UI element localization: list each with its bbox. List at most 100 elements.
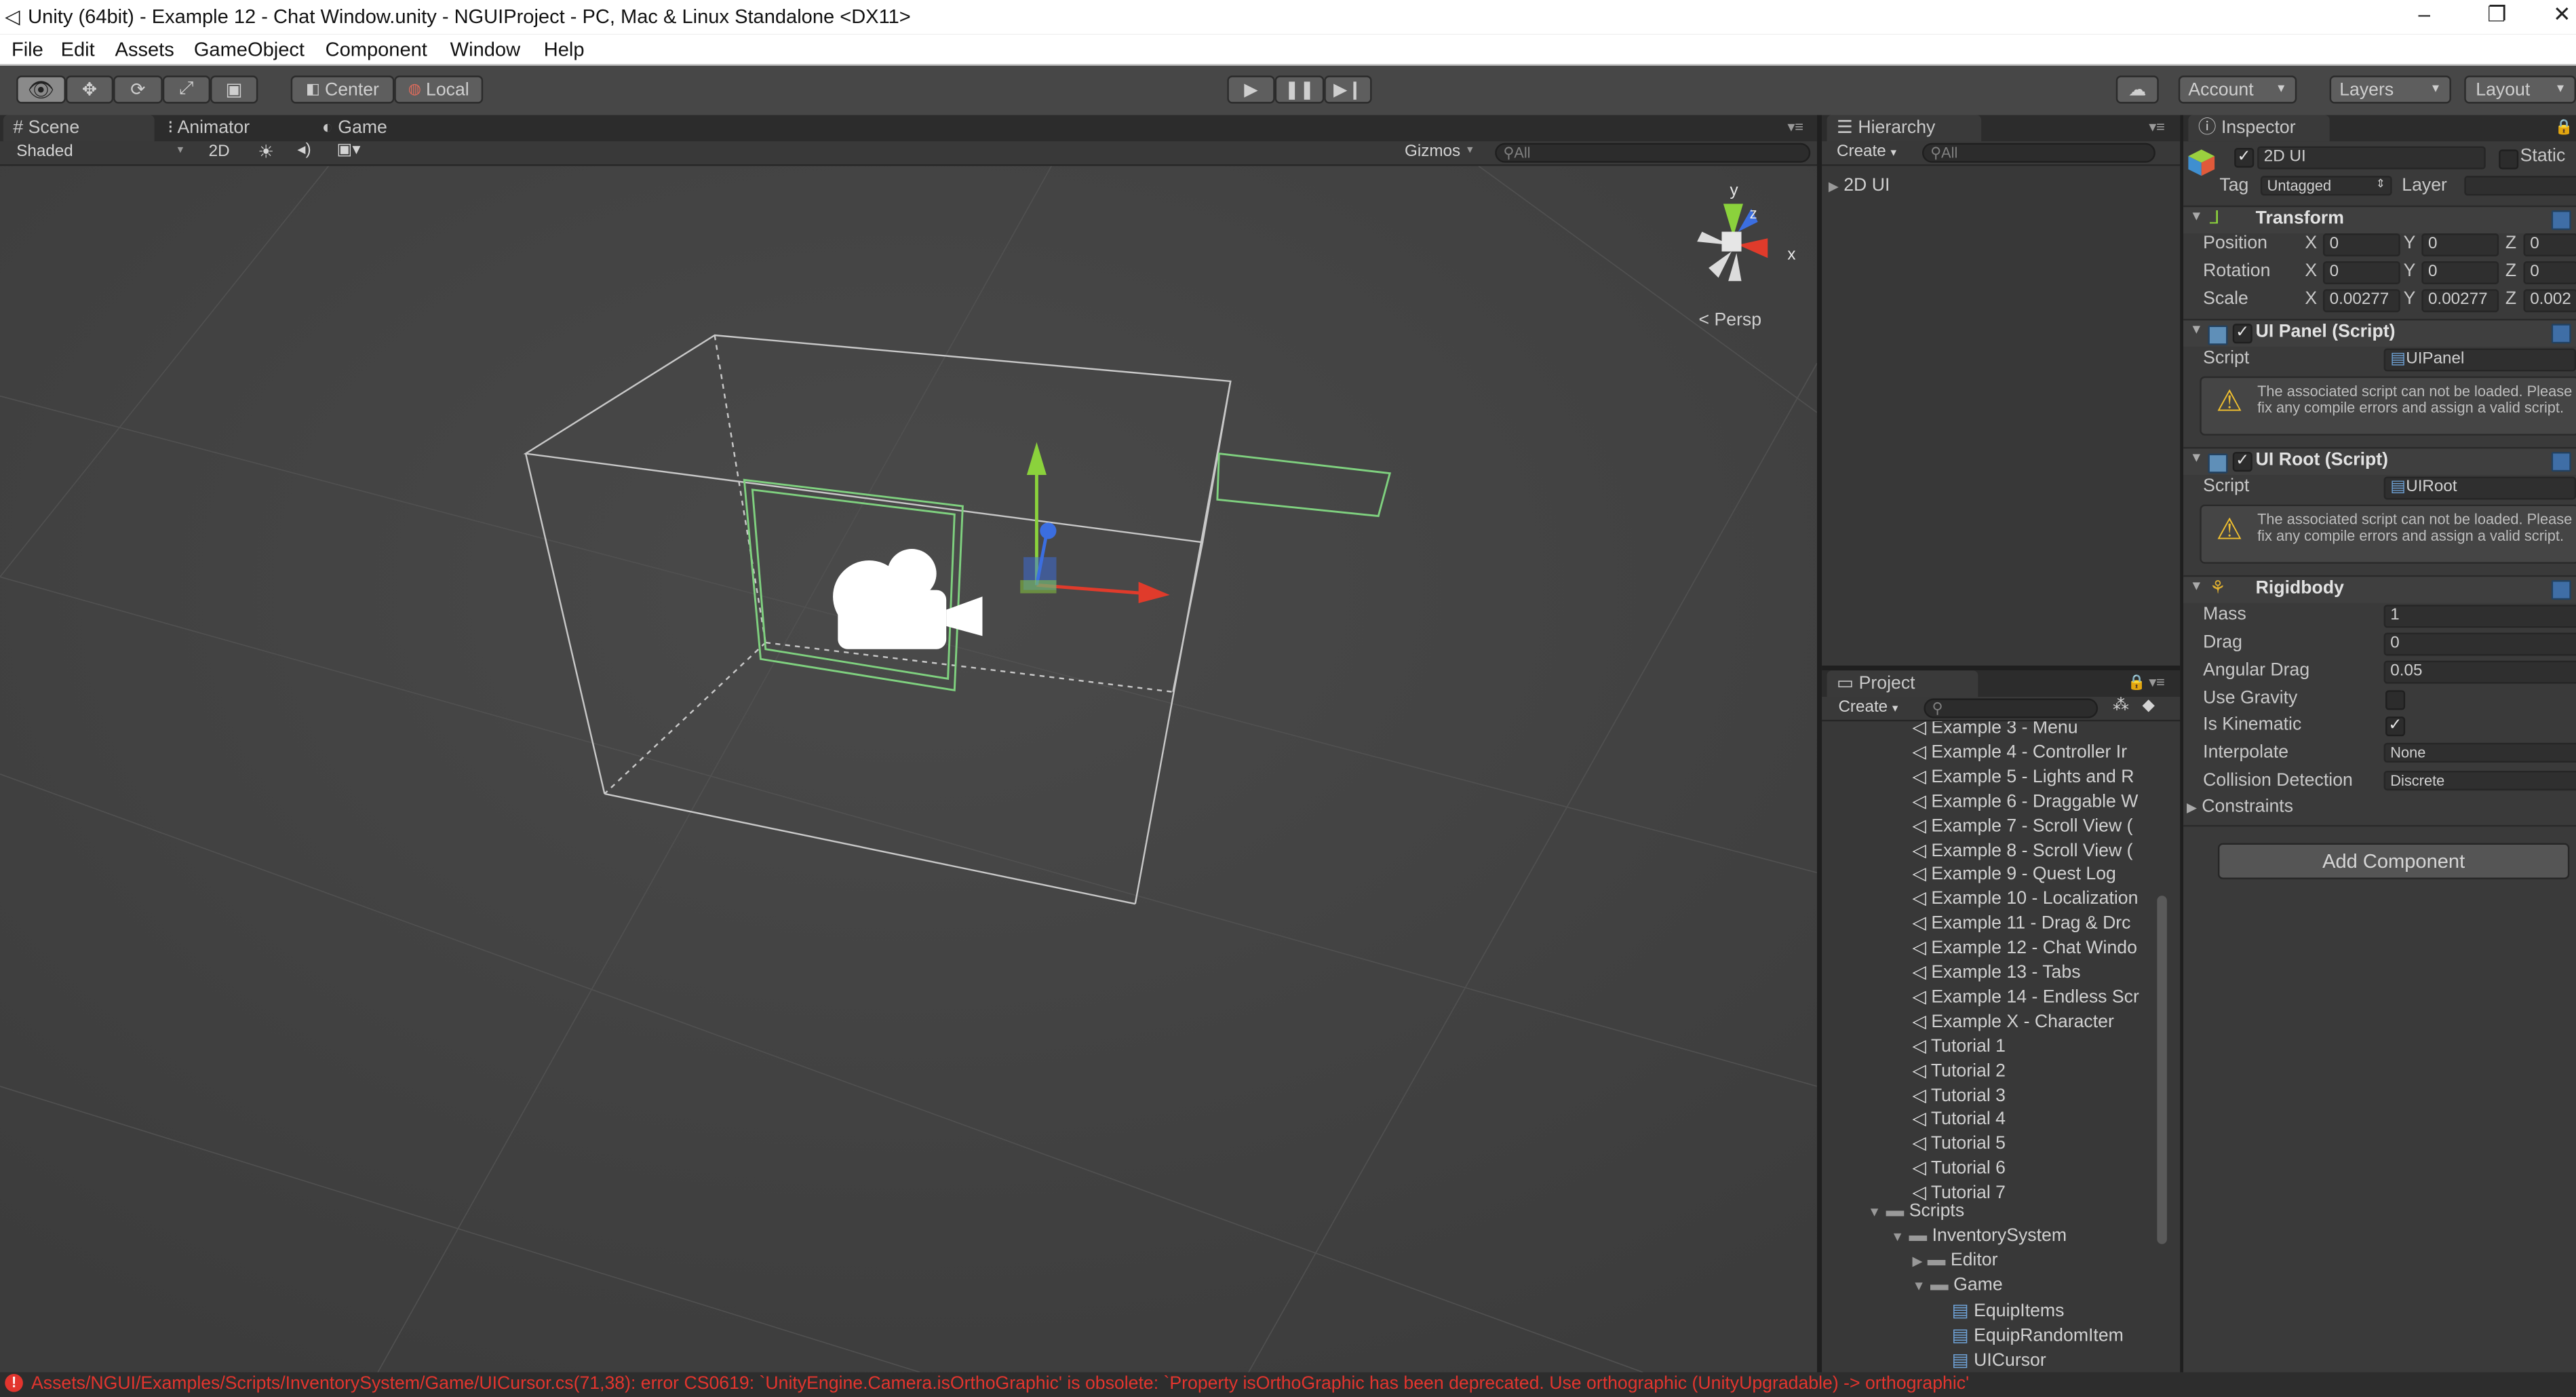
ui-panel-component-header[interactable]: ▼ ✓ UI Panel (Script) (2183, 318, 2576, 347)
constraints-foldout[interactable]: ▶ Constraints (2187, 797, 2293, 817)
scale-z-field[interactable]: 0.002 (2523, 289, 2576, 313)
mass-field[interactable]: 1 (2383, 605, 2576, 628)
project-search-input[interactable]: ⚲ (1924, 698, 2099, 719)
rotation-x-field[interactable]: 0 (2322, 261, 2400, 285)
project-scene-item[interactable]: ◁ Example 5 - Lights and R (1912, 765, 2134, 787)
pause-button[interactable]: ❚❚ (1274, 75, 1325, 104)
panel-splitter[interactable] (1816, 115, 1822, 1373)
object-name-field[interactable]: 2D UI (2257, 146, 2486, 170)
effects-toggle-icon[interactable]: ▣▾ (337, 141, 361, 159)
scale-tool-button[interactable]: ⤢ (162, 75, 211, 104)
rect-tool-button[interactable]: ▣ (210, 75, 258, 104)
project-scene-item[interactable]: ◁ Tutorial 5 (1912, 1133, 2006, 1154)
menu-component[interactable]: Component (326, 38, 427, 61)
account-dropdown[interactable]: Account ▼ (2178, 75, 2297, 104)
gizmos-dropdown[interactable]: Gizmos (1405, 143, 1460, 161)
menu-window[interactable]: Window (450, 38, 520, 61)
minimize-button[interactable]: – (2418, 1, 2430, 26)
ui-root-component-header[interactable]: ▼ ✓ UI Root (Script) (2183, 446, 2576, 476)
project-script-item[interactable]: ▤ EquipItems (1952, 1300, 2065, 1321)
project-scene-item[interactable]: ◁ Example 8 - Scroll View ( (1912, 839, 2132, 860)
project-scene-item[interactable]: ◁ Example 9 - Quest Log (1912, 864, 2115, 885)
panel-menu-icon[interactable]: ▾≡ (1787, 118, 1803, 136)
project-scene-item[interactable]: ◁ Example 10 - Localization (1912, 888, 2138, 909)
help-book-icon[interactable] (2551, 324, 2571, 344)
position-x-field[interactable]: 0 (2322, 233, 2400, 256)
help-book-icon[interactable] (2551, 580, 2571, 600)
space-local-button[interactable]: ◍ Local (394, 75, 484, 104)
scale-x-field[interactable]: 0.00277 (2322, 289, 2400, 313)
scene-viewport[interactable]: y x z < Persp (0, 166, 1817, 1373)
lock-icon[interactable]: 🔒 (2128, 674, 2146, 692)
scale-y-field[interactable]: 0.00277 (2421, 289, 2499, 313)
help-book-icon[interactable] (2551, 452, 2571, 472)
rigidbody-component-header[interactable]: ▼ ⚘ Rigidbody (2183, 575, 2576, 603)
hand-tool-button[interactable]: 👁 (16, 75, 66, 104)
menu-edit[interactable]: Edit (61, 38, 95, 61)
ui-root-enabled-checkbox[interactable]: ✓ (2232, 452, 2252, 472)
use-gravity-checkbox[interactable] (2385, 690, 2406, 710)
panel-menu-icon[interactable]: ▾≡ (2149, 674, 2165, 692)
hierarchy-item[interactable]: ▶ 2D UI (1829, 176, 1890, 195)
help-book-icon[interactable] (2551, 210, 2571, 231)
play-button[interactable]: ▶ (1227, 75, 1275, 104)
panel-splitter-horizontal[interactable] (1822, 665, 2181, 671)
position-y-field[interactable]: 0 (2421, 233, 2499, 256)
collision-detection-dropdown[interactable]: Discrete (2383, 771, 2576, 791)
project-scene-item[interactable]: ◁ Example 3 - Menu (1912, 721, 2077, 738)
project-scene-item[interactable]: ◁ Tutorial 7 (1912, 1182, 2006, 1203)
project-scene-item[interactable]: ◁ Example 12 - Chat Windo (1912, 937, 2137, 958)
drag-field[interactable]: 0 (2383, 632, 2576, 656)
move-tool-button[interactable]: ✥ (65, 75, 114, 104)
shading-dropdown[interactable]: Shaded (16, 143, 73, 161)
menu-help[interactable]: Help (544, 38, 585, 61)
tab-inspector[interactable]: ⓘ Inspector (2188, 115, 2330, 142)
ui-panel-enabled-checkbox[interactable]: ✓ (2232, 324, 2252, 344)
project-scene-item[interactable]: ◁ Example 11 - Drag & Drc (1912, 913, 2130, 934)
rotation-y-field[interactable]: 0 (2421, 261, 2499, 285)
tab-hierarchy[interactable]: ☰ Hierarchy (1827, 115, 1982, 142)
active-checkbox[interactable]: ✓ (2234, 147, 2255, 168)
project-scene-item[interactable]: ◁ Tutorial 3 (1912, 1084, 2006, 1105)
add-component-button[interactable]: Add Component (2217, 843, 2570, 879)
panel-menu-icon[interactable]: ▾≡ (2149, 118, 2165, 136)
interpolate-dropdown[interactable]: None (2383, 742, 2576, 763)
2d-toggle[interactable]: 2D (209, 143, 230, 161)
project-scene-item[interactable]: ◁ Example 6 - Draggable W (1912, 790, 2138, 811)
layer-dropdown[interactable] (2464, 176, 2576, 196)
project-scene-item[interactable]: ◁ Tutorial 4 (1912, 1109, 2006, 1130)
tab-animator[interactable]: ⁝ Animator (158, 115, 299, 142)
project-script-item[interactable]: ▤ UICursor (1952, 1350, 2046, 1371)
project-scene-item[interactable]: ◁ Tutorial 1 (1912, 1035, 2006, 1056)
menu-file[interactable]: File (12, 38, 43, 61)
transform-component-header[interactable]: ▼ ⅃ Transform (2183, 205, 2576, 233)
filter-label-icon[interactable]: ◆ (2143, 697, 2155, 715)
tab-scene[interactable]: # Scene (3, 115, 155, 142)
rotation-z-field[interactable]: 0 (2523, 261, 2576, 285)
project-create-button[interactable]: Create ▾ (1838, 698, 1898, 716)
scene-search-input[interactable]: ⚲All (1495, 142, 1811, 163)
restore-button[interactable]: ❐ (2487, 1, 2506, 28)
static-checkbox[interactable] (2499, 149, 2519, 170)
perspective-toggle[interactable]: < Persp (1699, 309, 1762, 330)
project-scene-item[interactable]: ◁ Example X - Character (1912, 1010, 2113, 1032)
layout-dropdown[interactable]: Layout ▼ (2464, 75, 2576, 104)
audio-toggle-icon[interactable]: ◂) (297, 141, 311, 159)
project-scene-item[interactable]: ◁ Tutorial 2 (1912, 1059, 2006, 1081)
ui-root-script-field[interactable]: ▤UIRoot (2383, 476, 2576, 500)
hierarchy-search-input[interactable]: ⚲All (1921, 142, 2155, 163)
lock-icon[interactable]: 🔒 (2555, 118, 2573, 136)
layers-dropdown[interactable]: Layers ▼ (2329, 75, 2451, 104)
folder-scripts[interactable]: ▼ ▬ Scripts (1868, 1202, 1964, 1221)
hierarchy-create-button[interactable]: Create ▾ (1837, 143, 1896, 161)
scene-canvas[interactable]: y x z < Persp (0, 166, 1817, 1373)
project-scrollbar[interactable] (2157, 896, 2167, 1244)
folder-editor[interactable]: ▶ ▬ Editor (1912, 1250, 1997, 1270)
filter-type-icon[interactable]: ⁂ (2113, 697, 2129, 715)
rotate-tool-button[interactable]: ⟳ (113, 75, 163, 104)
menu-gameobject[interactable]: GameObject (194, 38, 305, 61)
project-scene-item[interactable]: ◁ Example 4 - Controller Ir (1912, 741, 2127, 763)
pivot-center-button[interactable]: ◧ Center (290, 75, 395, 104)
project-script-item[interactable]: ▤ EquipRandomItem (1952, 1324, 2124, 1346)
tag-dropdown[interactable]: Untagged ⇕ (2260, 176, 2392, 196)
